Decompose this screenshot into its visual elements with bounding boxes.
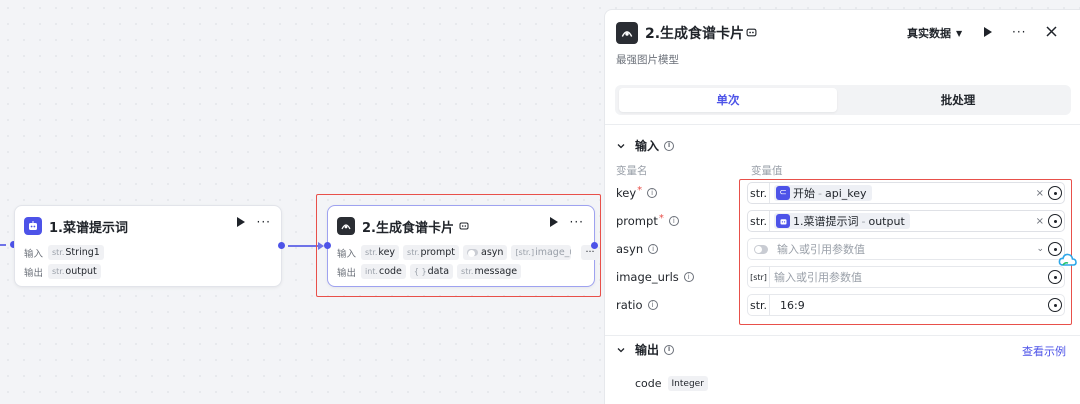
param-name-ratio: ratio i bbox=[616, 298, 658, 312]
more-icon[interactable]: ··· bbox=[257, 216, 271, 228]
info-icon: i bbox=[668, 216, 679, 226]
clear-icon[interactable]: × bbox=[1036, 188, 1044, 199]
data-mode-select[interactable]: 真实数据 ▼ bbox=[907, 25, 962, 41]
reference-target-icon[interactable] bbox=[1048, 270, 1062, 284]
param-name-image-urls: image_urls i bbox=[616, 270, 694, 284]
run-node-icon[interactable] bbox=[549, 217, 558, 227]
node-recipe-prompt[interactable]: 1.菜谱提示词 ··· 输入 str. String1 输出 str. output bbox=[14, 205, 282, 287]
robot-icon bbox=[776, 214, 790, 228]
input-label: 输入 bbox=[337, 248, 357, 260]
output-var-name: code bbox=[635, 377, 662, 390]
type-str-label: str. bbox=[748, 295, 770, 315]
incoming-edge bbox=[0, 244, 6, 246]
toggle-icon bbox=[467, 249, 479, 257]
col-header-name: 变量名 bbox=[616, 165, 648, 177]
output-label: 输出 bbox=[24, 267, 44, 279]
model-logo-icon bbox=[616, 22, 638, 44]
asyn-placeholder: 输入或引用参数值 bbox=[777, 243, 865, 256]
type-str-label: str. bbox=[748, 211, 770, 231]
node-generate-recipe-card[interactable]: 2.生成食谱卡片 ··· 输入 str. key str. prompt asyn … bbox=[327, 205, 599, 287]
input-chip-asyn: asyn bbox=[463, 245, 508, 260]
node1-output-port[interactable] bbox=[278, 242, 285, 249]
node2-output-port[interactable] bbox=[591, 242, 598, 249]
node2-input-port[interactable] bbox=[324, 242, 331, 249]
close-icon[interactable] bbox=[1046, 26, 1057, 37]
info-icon: i bbox=[648, 244, 659, 254]
node-title: 1.菜谱提示词 bbox=[49, 220, 128, 236]
node-config-panel: 2.生成食谱卡片 最强图片模型 真实数据 ▼ ··· 单次 批处理 输入 i 变… bbox=[604, 9, 1080, 404]
info-icon: i bbox=[647, 300, 658, 310]
output-section-title: 输出 bbox=[635, 343, 660, 357]
caret-down-icon: ▼ bbox=[956, 28, 963, 38]
more-icon[interactable]: ··· bbox=[1012, 26, 1026, 38]
info-icon: i bbox=[664, 140, 675, 151]
chevron-down-icon bbox=[617, 347, 625, 352]
divider bbox=[605, 124, 1080, 125]
chevron-down-icon[interactable]: ⌄ bbox=[1036, 244, 1044, 254]
param-value-image-urls[interactable]: [str] 输入或引用参数值 bbox=[747, 266, 1065, 288]
input-chip-key: str. key bbox=[361, 245, 400, 260]
output-section-header[interactable]: 输出 i bbox=[616, 341, 675, 358]
info-icon: i bbox=[664, 344, 675, 355]
input-chip: str. String1 bbox=[48, 245, 104, 260]
plugin-badge-icon bbox=[746, 28, 757, 37]
input-section-title: 输入 bbox=[635, 139, 660, 153]
run-mode-tabs: 单次 批处理 bbox=[615, 85, 1071, 115]
info-icon: i bbox=[683, 272, 694, 282]
model-logo-icon bbox=[337, 217, 355, 235]
param-value-ratio[interactable]: str. 16:9 bbox=[747, 294, 1065, 316]
output-chip-data: { } data bbox=[409, 264, 454, 279]
cloud-assistant-icon[interactable] bbox=[1058, 252, 1078, 268]
input-label: 输入 bbox=[24, 248, 44, 260]
panel-title: 2.生成食谱卡片 bbox=[645, 26, 745, 42]
param-value-key[interactable]: str. ⊂ 开始 - api_key × bbox=[747, 182, 1065, 204]
panel-subtitle: 最强图片模型 bbox=[616, 54, 679, 66]
output-chip: str. output bbox=[48, 264, 101, 279]
param-name-asyn: asyn i bbox=[616, 242, 659, 256]
data-mode-label: 真实数据 bbox=[907, 27, 951, 40]
more-icon[interactable]: ··· bbox=[570, 216, 584, 228]
divider bbox=[605, 335, 1080, 336]
input-chip-image-urls: [str.]image_urls bbox=[511, 245, 572, 260]
image-urls-placeholder: 输入或引用参数值 bbox=[774, 271, 862, 284]
input-chip-prompt: str. prompt bbox=[403, 245, 460, 260]
output-var-type: Integer bbox=[667, 376, 708, 391]
ratio-value: 16:9 bbox=[780, 298, 805, 312]
param-value-prompt[interactable]: str. 1.菜谱提示词 - output × bbox=[747, 210, 1065, 232]
param-value-asyn[interactable]: 输入或引用参数值 ⌄ bbox=[747, 238, 1065, 260]
col-header-value: 变量值 bbox=[751, 165, 783, 177]
plugin-badge-icon bbox=[459, 222, 469, 230]
variable-reference-chip[interactable]: 1.菜谱提示词 - output bbox=[774, 213, 910, 229]
tab-batch[interactable]: 批处理 bbox=[849, 88, 1067, 112]
type-array-label: [str] bbox=[748, 267, 770, 287]
run-node-icon[interactable] bbox=[236, 217, 245, 227]
output-chip-message: str. message bbox=[457, 264, 522, 279]
reference-target-icon[interactable] bbox=[1048, 214, 1062, 228]
param-name-key: key * i bbox=[616, 185, 658, 200]
run-test-icon[interactable] bbox=[984, 27, 992, 37]
start-node-icon: ⊂ bbox=[776, 186, 790, 200]
output-chip-code: int. code bbox=[361, 264, 406, 279]
tab-single[interactable]: 单次 bbox=[619, 88, 837, 112]
reference-target-icon[interactable] bbox=[1048, 298, 1062, 312]
node-title: 2.生成食谱卡片 bbox=[362, 220, 454, 236]
reference-target-icon[interactable] bbox=[1048, 186, 1062, 200]
param-name-prompt: prompt * i bbox=[616, 213, 679, 228]
robot-icon bbox=[24, 217, 42, 235]
variable-reference-chip[interactable]: ⊂ 开始 - api_key bbox=[774, 185, 872, 201]
boolean-toggle[interactable] bbox=[754, 244, 768, 254]
chevron-down-icon bbox=[617, 143, 625, 148]
output-label: 输出 bbox=[337, 267, 357, 279]
clear-icon[interactable]: × bbox=[1036, 216, 1044, 227]
input-section-header[interactable]: 输入 i bbox=[616, 137, 675, 154]
info-icon: i bbox=[647, 188, 658, 198]
output-variable-row: code Integer bbox=[635, 376, 712, 391]
view-example-link[interactable]: 查看示例 bbox=[1022, 343, 1066, 359]
type-str-label: str. bbox=[748, 183, 770, 203]
